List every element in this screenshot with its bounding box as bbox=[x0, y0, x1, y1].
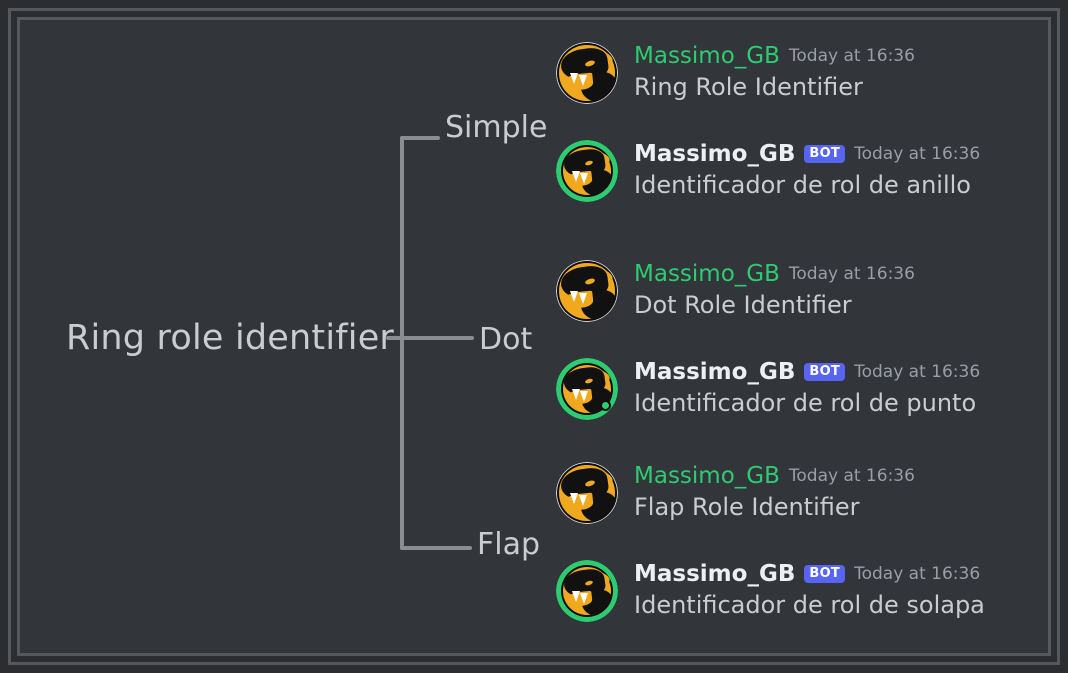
message-text: Dot Role Identifier bbox=[634, 291, 852, 319]
snake-logo-avatar[interactable] bbox=[556, 140, 618, 202]
message-row: Massimo_GB Today at 16:36 Ring Role Iden… bbox=[556, 42, 915, 104]
message-row: Massimo_GB BOT Today at 16:36 Identifica… bbox=[556, 140, 980, 202]
avatar-art bbox=[557, 261, 617, 321]
branch-label-dot: Dot bbox=[479, 322, 533, 357]
message-timestamp: Today at 16:36 bbox=[788, 45, 915, 66]
message-text: Identificador de rol de anillo bbox=[634, 171, 971, 199]
bot-badge: BOT bbox=[804, 145, 846, 163]
message-body: Massimo_GB BOT Today at 16:36 Identifica… bbox=[634, 358, 980, 420]
message-header: Massimo_GB Today at 16:36 bbox=[634, 463, 915, 489]
snake-logo-avatar[interactable] bbox=[556, 560, 618, 622]
message-header: Massimo_GB Today at 16:36 bbox=[634, 43, 915, 69]
message-row: Massimo_GB Today at 16:36 Dot Role Ident… bbox=[556, 260, 915, 322]
username[interactable]: Massimo_GB bbox=[634, 562, 795, 586]
page-title: Ring role identifier bbox=[65, 318, 395, 358]
username[interactable]: Massimo_GB bbox=[634, 464, 780, 488]
message-row: Massimo_GB BOT Today at 16:36 Identifica… bbox=[556, 560, 985, 622]
message-text: Ring Role Identifier bbox=[634, 73, 863, 101]
snake-logo-avatar[interactable] bbox=[556, 462, 618, 524]
avatar-art bbox=[561, 145, 613, 197]
message-text: Identificador de rol de solapa bbox=[634, 591, 985, 619]
username[interactable]: Massimo_GB bbox=[634, 360, 795, 384]
message-body: Massimo_GB Today at 16:36 Flap Role Iden… bbox=[634, 462, 915, 524]
username[interactable]: Massimo_GB bbox=[634, 262, 780, 286]
message-body: Massimo_GB Today at 16:36 Ring Role Iden… bbox=[634, 42, 915, 104]
bot-badge: BOT bbox=[804, 363, 846, 381]
branch-label-simple: Simple bbox=[445, 110, 548, 145]
avatar-art bbox=[557, 43, 617, 103]
message-row: Massimo_GB BOT Today at 16:36 Identifica… bbox=[556, 358, 980, 420]
snake-icon bbox=[557, 261, 617, 321]
snake-logo-avatar[interactable] bbox=[556, 260, 618, 322]
message-timestamp: Today at 16:36 bbox=[854, 361, 981, 382]
snake-logo-avatar[interactable] bbox=[556, 358, 618, 420]
message-body: Massimo_GB BOT Today at 16:36 Identifica… bbox=[634, 560, 985, 622]
branch-label-flap: Flap bbox=[477, 527, 541, 562]
bot-badge: BOT bbox=[804, 565, 846, 583]
message-timestamp: Today at 16:36 bbox=[854, 143, 981, 164]
snake-icon bbox=[557, 463, 617, 523]
message-body: Massimo_GB Today at 16:36 Dot Role Ident… bbox=[634, 260, 915, 322]
message-header: Massimo_GB BOT Today at 16:36 bbox=[634, 359, 980, 385]
outer-frame: Ring role identifier Simple Dot Flap Mas… bbox=[8, 8, 1060, 665]
snake-icon bbox=[561, 145, 613, 197]
username[interactable]: Massimo_GB bbox=[634, 142, 795, 166]
message-timestamp: Today at 16:36 bbox=[854, 563, 981, 584]
message-timestamp: Today at 16:36 bbox=[788, 263, 915, 284]
avatar-art bbox=[561, 565, 613, 617]
avatar-status-dot-icon bbox=[600, 400, 611, 411]
message-body: Massimo_GB BOT Today at 16:36 Identifica… bbox=[634, 140, 980, 202]
inner-frame: Ring role identifier Simple Dot Flap Mas… bbox=[17, 17, 1051, 656]
message-text: Identificador de rol de punto bbox=[634, 389, 977, 417]
snake-logo-avatar[interactable] bbox=[556, 42, 618, 104]
avatar-art bbox=[557, 463, 617, 523]
snake-icon bbox=[561, 565, 613, 617]
message-header: Massimo_GB BOT Today at 16:36 bbox=[634, 561, 985, 587]
message-header: Massimo_GB BOT Today at 16:36 bbox=[634, 141, 980, 167]
snake-icon bbox=[557, 43, 617, 103]
message-row: Massimo_GB Today at 16:36 Flap Role Iden… bbox=[556, 462, 915, 524]
diagram-stage: Ring role identifier Simple Dot Flap Mas… bbox=[20, 20, 1052, 657]
message-list: Massimo_GB Today at 16:36 Ring Role Iden… bbox=[556, 20, 1052, 657]
message-header: Massimo_GB Today at 16:36 bbox=[634, 261, 915, 287]
message-text: Flap Role Identifier bbox=[634, 493, 860, 521]
username[interactable]: Massimo_GB bbox=[634, 44, 780, 68]
message-timestamp: Today at 16:36 bbox=[788, 465, 915, 486]
